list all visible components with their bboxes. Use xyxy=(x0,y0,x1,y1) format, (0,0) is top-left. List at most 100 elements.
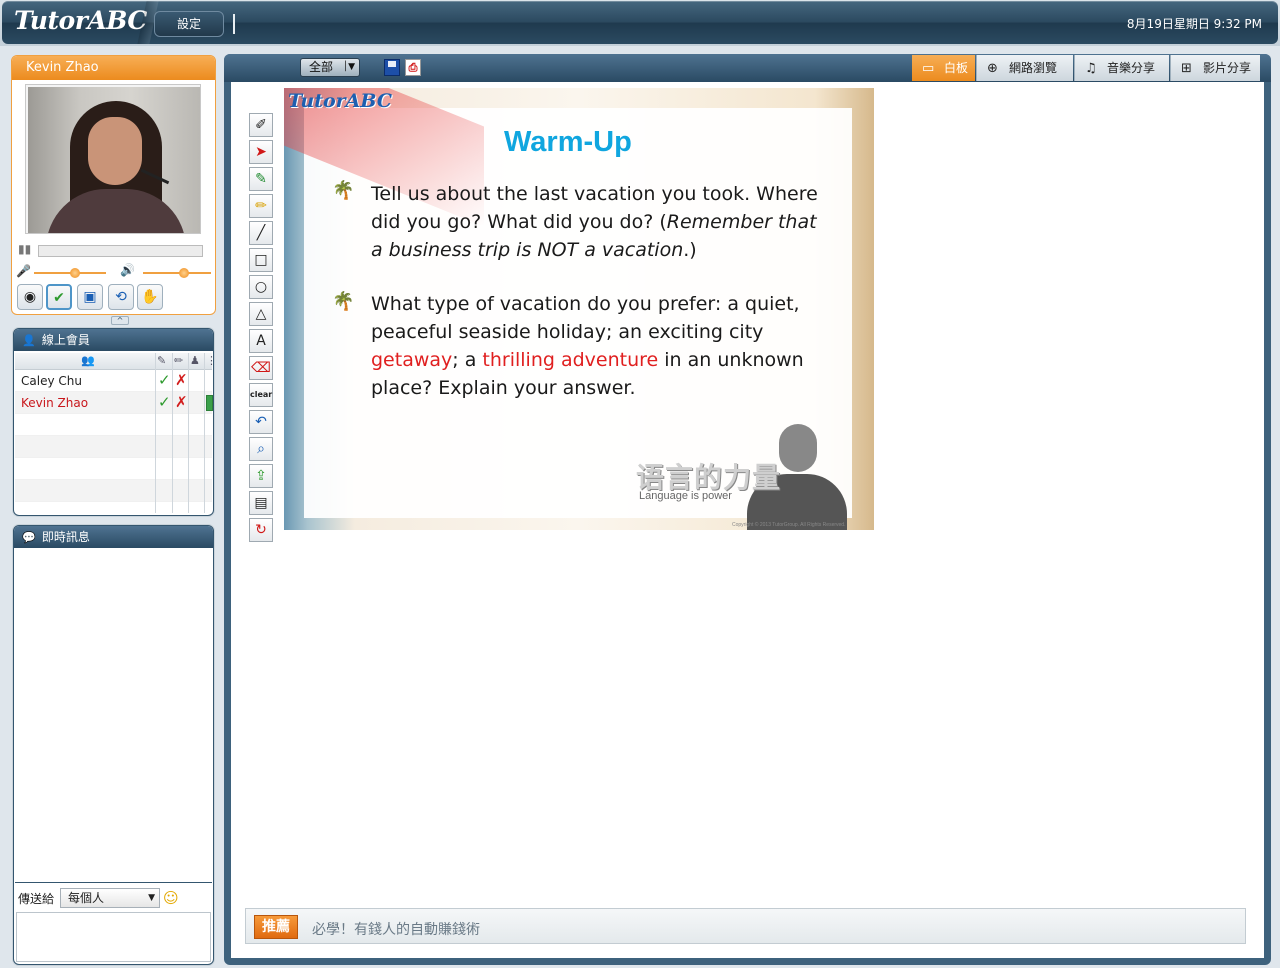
slide-logo: TutorABC xyxy=(288,90,392,112)
page-select-value: 全部 xyxy=(309,60,334,74)
dropdown-arrow-icon: ▼ xyxy=(148,893,155,903)
check-icon[interactable]: ✓ xyxy=(158,371,171,389)
raise-hand-icon[interactable]: ✋ xyxy=(137,284,163,310)
tab-whiteboard[interactable]: ▭ 白板 xyxy=(912,55,975,81)
user-name-header: Kevin Zhao xyxy=(12,56,215,80)
member-name: Kevin Zhao xyxy=(21,396,89,410)
slogan-english: Language is power xyxy=(639,490,732,502)
recipient-value: 每個人 xyxy=(68,891,105,905)
top-bar: TutorABC 設定 8月19日星期日 9:32 PM xyxy=(0,0,1280,46)
mic-column-icon: ✎ xyxy=(157,354,167,367)
palm-tree-bullet-icon: 🌴 xyxy=(332,291,355,312)
speaker-icon: 🔊 xyxy=(120,263,135,277)
main-panel: 全部 │▼ ⎙ ▭ 白板 ⊕ 網路瀏覽 ♫ 音樂分享 ⊞ 影片分享 ✐ ➤ ✎ ✏ ╱ … xyxy=(224,54,1271,965)
music-note-icon: ♫ xyxy=(1085,61,1097,76)
recommend-badge: 推薦 xyxy=(254,915,298,939)
eraser-icon[interactable]: ⌫ xyxy=(249,356,273,380)
line-icon[interactable]: ╱ xyxy=(249,221,273,245)
recommend-link[interactable]: 必學！有錢人的自動賺錢術 xyxy=(312,919,480,939)
marker-icon[interactable]: ✎ xyxy=(249,167,273,191)
instant-message-panel: 💬 即時訊息 傳送給 每個人 ▼ ☺ xyxy=(13,525,214,965)
slide-copyright: Copyright © 2013 TutorGroup. All Rights … xyxy=(732,522,846,528)
tab-web-browse[interactable]: ⊕ 網路瀏覽 xyxy=(976,55,1073,81)
triangle-icon[interactable]: △ xyxy=(249,302,273,326)
chat-icon: 💬 xyxy=(22,531,36,544)
webcam-icon[interactable]: ◉ xyxy=(17,284,43,310)
user-column-icon: 👥 xyxy=(81,354,95,367)
settings-button[interactable]: 設定 xyxy=(154,11,224,37)
zoom-icon[interactable]: ⌕ xyxy=(249,437,273,461)
document-icon[interactable]: ▤ xyxy=(249,491,273,515)
microphone-icon: 🎤 xyxy=(16,264,31,278)
online-members-panel: 👤 線上會員 👥 ✎ ✏ ♟ ⋮ Caley Chu ✓ ✗ Kevin Zha… xyxy=(13,328,217,516)
lesson-slide: TutorABC Warm-Up 🌴 Tell us about the las… xyxy=(284,88,874,530)
member-row-empty xyxy=(15,436,212,458)
pdf-icon[interactable]: ⎙ xyxy=(405,59,421,76)
microphone-slider-knob[interactable] xyxy=(70,268,80,278)
tab-music-share[interactable]: ♫ 音樂分享 xyxy=(1074,55,1169,81)
slide-title: Warm-Up xyxy=(504,126,632,158)
member-row-empty xyxy=(15,458,212,480)
video-frame xyxy=(25,84,201,234)
dropdown-arrow-icon: │▼ xyxy=(342,62,355,72)
rectangle-icon[interactable]: □ xyxy=(249,248,273,272)
role-column-icon: ♟ xyxy=(190,354,200,367)
whiteboard-area[interactable]: ✐ ➤ ✎ ✏ ╱ □ ○ △ A ⌫ clear ↶ ⌕ ⇪ ▤ ↻ Tuto… xyxy=(231,82,1264,958)
save-icon[interactable] xyxy=(384,59,400,76)
highlighter-icon[interactable]: ✏ xyxy=(249,194,273,218)
speaker-slider-knob[interactable] xyxy=(179,268,189,278)
user-video-panel: Kevin Zhao ▮▮ 🎤 🔊 ◉ ✔ ▣ ⟲ ✋ xyxy=(11,55,216,315)
cross-icon[interactable]: ✗ xyxy=(175,393,188,411)
checkbox-icon[interactable]: ✔ xyxy=(46,284,72,310)
text-icon[interactable]: A xyxy=(249,329,273,353)
pointer-arrow-icon[interactable]: ➤ xyxy=(249,140,273,164)
slide-bullet-2: What type of vacation do you prefer: a q… xyxy=(371,293,804,399)
members-table: 👥 ✎ ✏ ♟ ⋮ Caley Chu ✓ ✗ Kevin Zhao ✓ ✗ xyxy=(15,353,217,513)
circle-icon[interactable]: ○ xyxy=(249,275,273,299)
page-select[interactable]: 全部 │▼ xyxy=(300,58,360,77)
speaker-volume-slider[interactable] xyxy=(143,272,211,274)
emoticon-icon[interactable]: ☺ xyxy=(163,889,179,907)
tutorabc-logo: TutorABC xyxy=(14,6,147,35)
send-to-label: 傳送給 xyxy=(18,892,55,906)
globe-icon: ⊕ xyxy=(987,61,998,76)
recommendation-bar[interactable]: 推薦 必學！有錢人的自動賺錢術 xyxy=(245,908,1246,944)
brush-settings-icon[interactable]: ✐ xyxy=(249,113,273,137)
chat-input[interactable] xyxy=(16,912,211,962)
draw-column-icon: ✏ xyxy=(174,354,184,367)
member-row-empty xyxy=(15,414,212,436)
member-row-empty xyxy=(15,480,212,502)
undo-icon[interactable]: ↶ xyxy=(249,410,273,434)
members-header: 👤 線上會員 xyxy=(14,329,213,351)
whiteboard-stop-icon[interactable]: ⟲ xyxy=(108,284,134,310)
slide-bullet-1: Tell us about the last vacation you took… xyxy=(371,183,818,261)
tab-video-share[interactable]: ⊞ 影片分享 xyxy=(1170,55,1260,81)
audio-level-meter xyxy=(38,245,203,257)
members-title: 線上會員 xyxy=(41,333,90,347)
upload-image-icon[interactable]: ⇪ xyxy=(249,464,273,488)
refresh-icon[interactable]: ↻ xyxy=(249,518,273,542)
datetime-display: 8月19日星期日 9:32 PM xyxy=(1126,17,1262,31)
chat-header: 💬 即時訊息 xyxy=(14,526,213,548)
whiteboard-icon: ▭ xyxy=(922,61,935,76)
cross-icon[interactable]: ✗ xyxy=(175,371,188,389)
check-icon[interactable]: ✓ xyxy=(158,393,171,411)
webcam-video xyxy=(28,87,200,233)
palm-tree-bullet-icon: 🌴 xyxy=(332,180,355,201)
chat-messages-area[interactable] xyxy=(15,549,212,883)
screen-share-stop-icon[interactable]: ▣ xyxy=(77,284,103,310)
video-grid-icon: ⊞ xyxy=(1181,61,1192,76)
more-column-icon: ⋮ xyxy=(206,354,217,367)
recipient-select[interactable]: 每個人 ▼ xyxy=(60,888,160,908)
member-row-1[interactable]: Caley Chu ✓ ✗ xyxy=(15,370,212,392)
audio-level-icon: ▮▮ xyxy=(18,242,32,256)
top-bar-background: TutorABC 設定 8月19日星期日 9:32 PM xyxy=(2,1,1278,44)
member-row-2[interactable]: Kevin Zhao ✓ ✗ xyxy=(15,392,213,414)
collapse-chevron-icon[interactable]: ^ xyxy=(111,316,129,325)
members-table-header: 👥 ✎ ✏ ♟ ⋮ xyxy=(15,353,217,370)
divider xyxy=(233,14,235,34)
main-toolbar: 全部 │▼ ⎙ ▭ 白板 ⊕ 網路瀏覽 ♫ 音樂分享 ⊞ 影片分享 xyxy=(224,54,1271,82)
member-name: Caley Chu xyxy=(21,374,82,388)
clear-icon[interactable]: clear xyxy=(249,383,273,407)
members-icon: 👤 xyxy=(22,334,36,347)
